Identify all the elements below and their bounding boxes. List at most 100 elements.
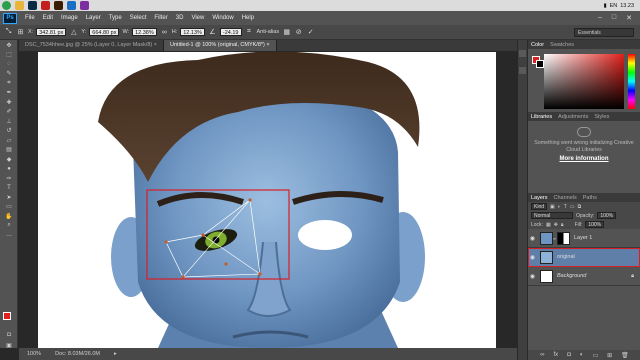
visibility-eye-icon[interactable]: ◉ [528, 254, 537, 261]
zoom-tool-icon[interactable]: ⌕ [2, 222, 16, 231]
adjustment-layer-icon[interactable]: ◐ [580, 352, 584, 358]
panel-background-swatch[interactable] [536, 60, 544, 68]
tab-layers[interactable]: Layers [531, 195, 548, 201]
tab-adjustments[interactable]: Adjustments [558, 114, 588, 120]
triangle-icon[interactable]: △ [69, 28, 78, 37]
layer-name[interactable]: Layer 1 [574, 235, 592, 241]
menu-file[interactable]: File [25, 15, 35, 21]
gradient-tool-icon[interactable]: ▤ [2, 146, 16, 155]
blur-tool-icon[interactable]: ◆ [2, 155, 16, 164]
layer-row[interactable]: ◉ ∞ Layer 1 [528, 229, 640, 248]
warp-mode-icon[interactable]: ▦ [282, 28, 291, 37]
maximize-icon[interactable]: □ [612, 14, 616, 22]
eyedropper-tool-icon[interactable]: ✒ [2, 89, 16, 98]
menu-select[interactable]: Select [130, 15, 147, 21]
healing-tool-icon[interactable]: ✚ [2, 98, 16, 107]
menu-help[interactable]: Help [242, 15, 254, 21]
commit-transform-icon[interactable]: ✓ [306, 28, 315, 37]
network-icon[interactable]: ▮ [604, 3, 607, 9]
tab-color[interactable]: Color [531, 42, 544, 48]
minimize-icon[interactable]: – [598, 14, 602, 22]
blend-mode-select[interactable]: Normal [531, 212, 573, 219]
x-input[interactable]: 342.81 px [36, 28, 67, 36]
more-information-link[interactable]: More information [528, 156, 640, 162]
angle-input[interactable]: -24.19 [219, 28, 242, 36]
shape-tool-icon[interactable]: ▭ [2, 203, 16, 212]
quick-mask-icon[interactable]: ◘ [2, 331, 16, 340]
layer-row-selected[interactable]: ◉ original [528, 248, 640, 267]
link-icon[interactable]: ∞ [160, 28, 169, 37]
filter-shape-icon[interactable]: ▭ [570, 204, 575, 210]
illustrator-icon[interactable] [54, 1, 63, 10]
crop-tool-icon[interactable]: ⌗ [2, 79, 16, 88]
new-group-icon[interactable]: ▭ [592, 352, 598, 359]
delete-layer-icon[interactable]: 🗑︎ [621, 352, 629, 359]
doc-size[interactable]: Doc: 8.03M/26.0M [55, 351, 100, 357]
lock-all-icon[interactable]: 🔒︎ [561, 222, 564, 228]
tab-styles[interactable]: Styles [594, 114, 609, 120]
tab-swatches[interactable]: Swatches [550, 42, 574, 48]
photoshop-icon[interactable] [28, 1, 37, 10]
lock-pixels-icon[interactable]: ▦ [546, 222, 551, 228]
cancel-transform-icon[interactable]: ⊘ [294, 28, 303, 37]
antialias-checkbox[interactable]: Anti-alias [257, 29, 280, 35]
hand-tool-icon[interactable]: ✋ [2, 212, 16, 221]
close-icon[interactable]: ✕ [626, 14, 632, 22]
menu-window[interactable]: Window [212, 15, 233, 21]
menu-image[interactable]: Image [61, 15, 78, 21]
app-icon[interactable] [80, 1, 89, 10]
menu-layer[interactable]: Layer [86, 15, 101, 21]
warp-icon[interactable]: ⌗ [245, 28, 254, 37]
layer-style-icon[interactable]: fx [554, 352, 559, 358]
menu-filter[interactable]: Filter [154, 15, 167, 21]
fill-input[interactable]: 100% [585, 221, 605, 228]
status-arrow-icon[interactable]: ▸ [114, 351, 117, 357]
image-canvas[interactable] [38, 52, 496, 348]
pen-tool-icon[interactable]: ✑ [2, 174, 16, 183]
workspace-select[interactable]: Essentials [574, 27, 634, 37]
width-input[interactable]: 12.38% [132, 28, 157, 36]
tab-dsc-image[interactable]: DSC_7534hhee.jpg @ 25% (Layer 0, Layer M… [19, 40, 165, 51]
lasso-tool-icon[interactable]: ◌ [2, 60, 16, 69]
add-mask-icon[interactable]: ◘ [567, 352, 571, 358]
color-picker-field[interactable] [544, 54, 624, 109]
media-icon[interactable] [67, 1, 76, 10]
layer-name[interactable]: original [557, 254, 575, 260]
screen-mode-icon[interactable]: ▣ [2, 341, 16, 350]
properties-panel-icon[interactable] [519, 67, 526, 74]
tab-paths[interactable]: Paths [583, 195, 597, 201]
layer-row[interactable]: ◉ Background 🔒︎ [528, 267, 640, 286]
more-tools-icon[interactable]: … [2, 231, 16, 240]
rotate-icon[interactable]: ∠ [208, 28, 217, 37]
tab-channels[interactable]: Channels [554, 195, 577, 201]
tab-untitled[interactable]: Untitled-1 @ 100% (original, CMYK/8*) × [164, 40, 277, 51]
menu-3d[interactable]: 3D [176, 15, 184, 21]
opacity-input[interactable]: 100% [597, 212, 617, 219]
stamp-tool-icon[interactable]: ⊥ [2, 117, 16, 126]
filter-smart-icon[interactable]: ⧉ [578, 204, 582, 210]
filter-adjust-icon[interactable]: ◐ [558, 204, 561, 210]
brush-tool-icon[interactable]: ✐ [2, 108, 16, 117]
foreground-color-swatch[interactable] [3, 312, 11, 320]
menu-type[interactable]: Type [109, 15, 122, 21]
menu-view[interactable]: View [191, 15, 204, 21]
chain-link-icon[interactable]: ∞ [553, 236, 556, 241]
explorer-icon[interactable] [15, 1, 24, 10]
marquee-tool-icon[interactable]: ⬚ [2, 51, 16, 60]
layer-mask-thumbnail[interactable] [557, 231, 570, 245]
clock[interactable]: 13.23 [620, 3, 634, 9]
language-indicator[interactable]: EN [610, 3, 618, 9]
move-tool-icon[interactable]: ✥ [2, 41, 16, 50]
portrait-image[interactable] [38, 52, 496, 348]
filter-pixel-icon[interactable]: ▣ [550, 204, 555, 210]
transform-tool-icon[interactable]: ⤡ [4, 28, 13, 37]
reference-point-icon[interactable]: ⊞ [16, 28, 25, 37]
layer-name[interactable]: Background [557, 273, 586, 279]
menu-edit[interactable]: Edit [43, 15, 53, 21]
visibility-eye-icon[interactable]: ◉ [528, 273, 537, 280]
type-tool-icon[interactable]: T [2, 184, 16, 193]
y-input[interactable]: 664.80 px [89, 28, 120, 36]
link-layers-icon[interactable]: ∞ [540, 352, 544, 358]
eraser-tool-icon[interactable]: ▱ [2, 136, 16, 145]
hue-slider[interactable] [628, 54, 635, 109]
